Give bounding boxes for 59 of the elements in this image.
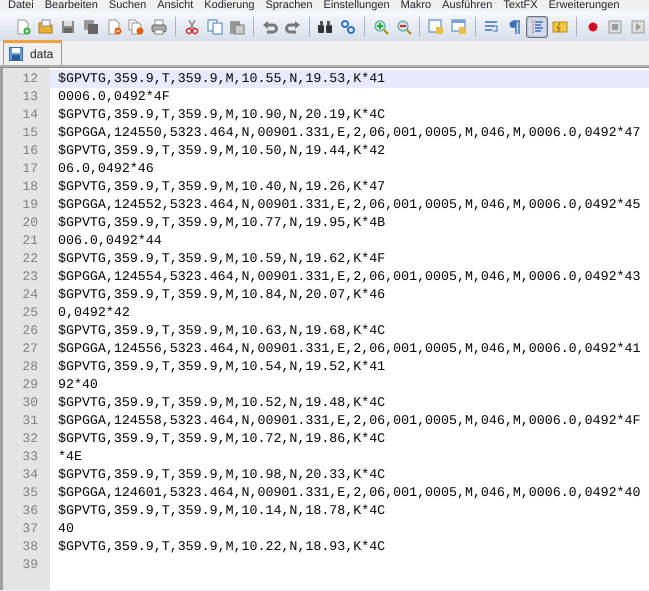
line-number: 12 [3,69,50,89]
binoculars-icon [317,19,334,35]
play-icon [630,19,646,35]
code-line: 06.0,0492*46 [57,160,154,178]
close-all-icon [128,19,144,35]
code-line: 0006.0,0492*4F [57,88,170,106]
sync-vertical-icon [428,19,444,35]
menu-item[interactable]: Datei [8,0,34,12]
menu-item[interactable]: Ansicht [157,0,194,12]
save-icon [60,19,76,35]
code-line: $GPGGA,124554,5323.464,N,00901.331,E,2,06,001,0005,M,046,M,0006.0,0492*43 [57,268,640,286]
close-file-icon [106,19,122,35]
code-line: $GPVTG,359.9,T,359.9,M,10.72,N,19.86,K*4C [57,430,386,448]
code-line: $GPVTG,359.9,T,359.9,M,10.63,N,19.68,K*4C [57,322,386,340]
code-line: *4E [57,448,82,466]
code-line: $GPVTG,359.9,T,359.9,M,10.14,N,18.78,K*4C [57,502,386,520]
code-line: $GPGGA,124550,5323.464,N,00901.331,E,2,06,001,0005,M,046,M,0006.0,0492*47 [57,124,640,142]
code-line: $GPVTG,359.9,T,359.9,M,10.90,N,20.19,K*4C [57,106,386,124]
paste-icon [229,19,246,35]
code-line: 006.0,0492*44 [57,232,162,250]
code-line: $GPVTG,359.9,T,359.9,M,10.50,N,19.44,K*42 [57,142,386,160]
code-line: 92*40 [57,376,98,394]
copy-icon [206,19,223,35]
print-icon [151,19,168,35]
menu-item[interactable]: Makro [400,0,432,12]
file-tab[interactable]: data [3,40,62,65]
menu-item[interactable]: Suchen [108,0,146,12]
open-folder-icon [38,19,54,35]
menu-item[interactable]: Bearbeiten [44,0,98,12]
code-line: $GPVTG,359.9,T,359.9,M,10.54,N,19.52,K*41 [57,358,386,376]
code-line: $GPVTG,359.9,T,359.9,M,10.77,N,19.95,K*4B [57,214,386,232]
code-line: 40 [57,520,74,538]
code-line: $GPVTG,359.9,T,359.9,M,10.40,N,19.26,K*47 [57,178,386,196]
menu-item[interactable]: Kodierung [204,0,254,12]
cut-icon [184,19,200,35]
redo-icon [284,19,301,35]
code-line: $GPVTG,359.9,T,359.9,M,10.84,N,20.07,K*46 [57,286,386,304]
menu-item[interactable]: Einstellungen [324,0,390,12]
new-file-icon [14,19,31,35]
code-line: $GPVTG,359.9,T,359.9,M,10.22,N,18.93,K*4C [57,538,386,556]
code-line: $GPGGA,124552,5323.464,N,00901.331,E,2,06,001,0005,M,046,M,0006.0,0492*45 [57,196,640,214]
undo-icon [262,19,278,35]
code-line: $GPVTG,359.9,T,359.9,M,10.59,N,19.62,K*4F [57,250,386,268]
save-icon [9,47,23,61]
code-line: $GPGGA,124601,5323.464,N,00901.331,E,2,06,001,0005,M,046,M,0006.0,0492*40 [57,484,640,502]
stop-icon [607,19,624,35]
code-line: $GPGGA,124558,5323.464,N,00901.331,E,2,06,001,0005,M,046,M,0006.0,0492*4F [57,412,640,430]
menu-item[interactable]: Erweiterungen [548,0,620,12]
code-line: $GPVTG,359.9,T,359.9,M,10.98,N,20.33,K*4C [57,466,386,484]
menu-item[interactable]: Sprachen [265,0,313,12]
code-line: $GPGGA,124556,5323.464,N,00901.331,E,2,06,001,0005,M,046,M,0006.0,0492*41 [57,340,640,358]
code-line: 0,0492*42 [57,304,130,322]
code-line: $GPVTG,359.9,T,359.9,M,10.55,N,19.53,K*41 [57,70,386,88]
zoom-in-icon [372,19,389,35]
menu-item[interactable]: TextFX [503,0,538,12]
code-line: $GPVTG,359.9,T,359.9,M,10.52,N,19.48,K*4C [57,394,386,412]
menu-item[interactable]: Ausführen [442,0,492,12]
sync-horizontal-icon [451,19,467,35]
zoom-out-icon [396,19,412,35]
